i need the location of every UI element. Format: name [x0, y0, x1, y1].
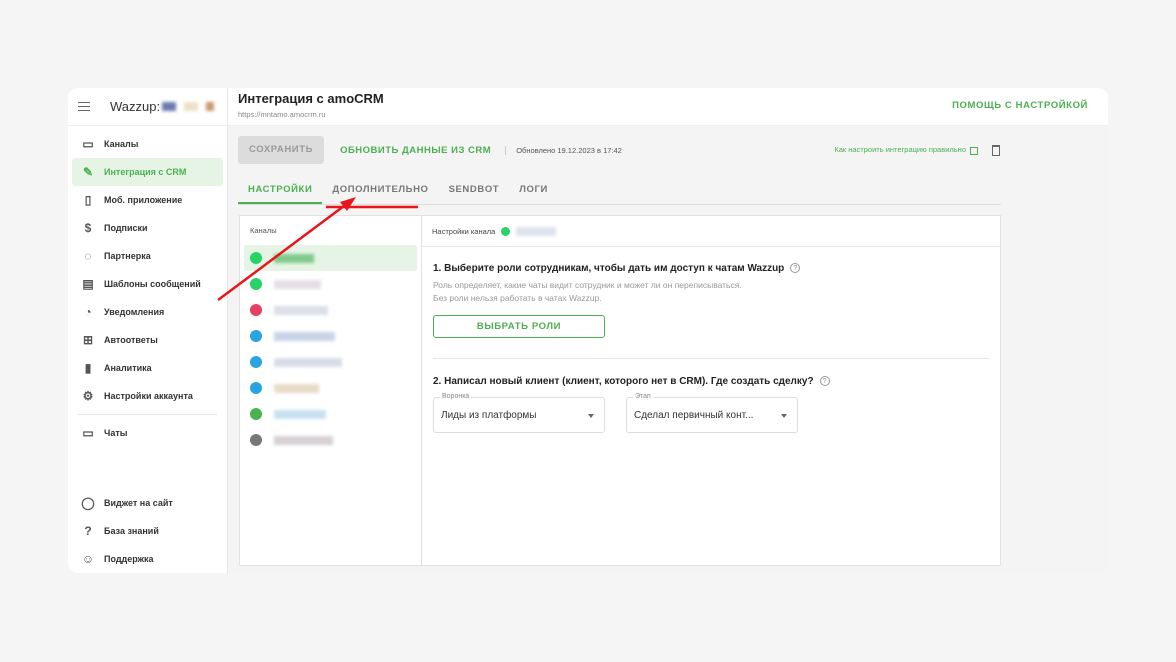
annotation-arrow — [217, 197, 418, 302]
